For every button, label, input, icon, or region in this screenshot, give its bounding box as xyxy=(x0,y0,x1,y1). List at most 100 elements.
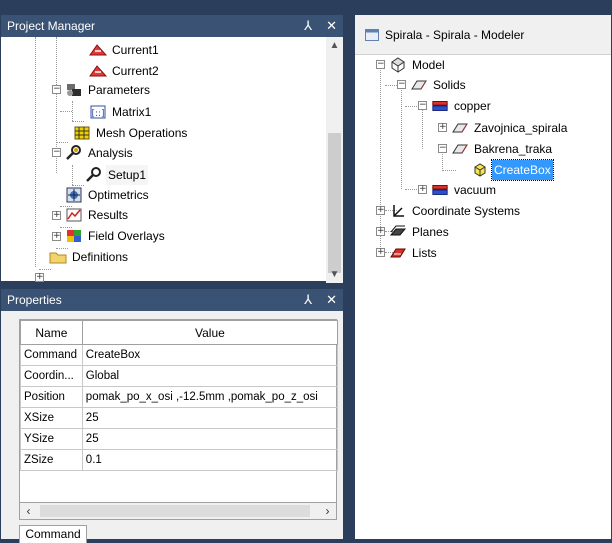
tree-item-analysis[interactable]: Analysis xyxy=(65,143,135,163)
collapse-toggle[interactable]: − xyxy=(52,148,61,157)
tree-item-optimetrics[interactable]: Optimetrics xyxy=(65,185,151,205)
tree-item-planes[interactable]: Planes xyxy=(389,222,451,242)
expand-toggle[interactable]: + xyxy=(52,211,61,220)
pin-icon[interactable]: ⅄ xyxy=(304,289,312,311)
modeler-title: Spirala - Spirala - Modeler xyxy=(385,27,525,42)
tree-item-label: Zavojnica_spirala xyxy=(474,121,568,135)
tree-item-label: Current2 xyxy=(112,64,159,78)
tree-item-coordinate-systems[interactable]: Coordinate Systems xyxy=(389,201,522,221)
folder-icon xyxy=(49,249,67,265)
properties-title-bar: Properties ⅄ ✕ xyxy=(1,289,343,311)
properties-panel: Properties ⅄ ✕ Name Value Command Create… xyxy=(0,288,344,543)
tree-item-label: Solids xyxy=(433,78,466,92)
tree-item-label: Model xyxy=(412,58,445,72)
analysis-icon xyxy=(65,145,83,161)
tree-item-parameters[interactable]: Parameters xyxy=(65,80,152,100)
tree-item-label: copper xyxy=(454,99,491,113)
table-row[interactable]: Command CreateBox xyxy=(20,344,339,366)
scroll-left-icon[interactable]: ‹ xyxy=(20,503,37,520)
expand-toggle[interactable]: + xyxy=(52,232,61,241)
collapse-toggle[interactable]: − xyxy=(52,85,61,94)
column-header-name[interactable]: Name xyxy=(20,320,83,345)
collapse-toggle[interactable]: − xyxy=(438,144,447,153)
property-value[interactable]: pomak_po_x_osi ,-12.5mm ,pomak_po_z_osi xyxy=(81,386,339,408)
collapse-toggle[interactable]: − xyxy=(397,80,406,89)
project-manager-title: Project Manager xyxy=(7,19,96,33)
scroll-right-icon[interactable]: › xyxy=(319,503,336,520)
tree-item-label: Results xyxy=(88,208,129,222)
expand-toggle[interactable]: + xyxy=(376,248,385,257)
properties-hscrollbar[interactable]: ‹ › xyxy=(19,503,337,520)
tree-item-solids[interactable]: Solids xyxy=(410,75,468,95)
project-tree-scrollbar[interactable]: ▲ ▼ xyxy=(326,37,343,283)
tree-item-createbox[interactable]: CreateBox xyxy=(471,159,554,181)
window-icon xyxy=(365,28,379,41)
optimetrics-icon xyxy=(65,187,83,203)
scrollbar-thumb[interactable] xyxy=(328,133,341,273)
expand-toggle[interactable]: + xyxy=(376,227,385,236)
expand-toggle[interactable]: + xyxy=(376,206,385,215)
tree-item-zavojnica-spirala[interactable]: Zavojnica_spirala xyxy=(451,118,569,138)
tree-item-mesh-operations[interactable]: Mesh Operations xyxy=(73,123,189,143)
tree-item-label: Parameters xyxy=(88,83,151,97)
box-icon xyxy=(471,162,489,178)
tab-command[interactable]: Command xyxy=(19,525,87,543)
collapse-toggle[interactable]: − xyxy=(418,101,427,110)
property-value[interactable]: Global xyxy=(81,365,339,387)
properties-tabstrip: Command xyxy=(19,525,337,543)
tree-item-label: Bakrena_traka xyxy=(474,142,553,156)
pin-icon[interactable]: ⅄ xyxy=(304,15,312,37)
project-tree: Current1 Current2 − Parameters [::] Matr… xyxy=(1,37,343,283)
material-copper-icon xyxy=(431,98,449,114)
tree-item-label: Lists xyxy=(412,246,437,260)
table-row[interactable]: XSize 25 xyxy=(20,407,339,429)
column-header-value[interactable]: Value xyxy=(81,320,339,345)
property-value[interactable]: 25 xyxy=(81,407,339,429)
tree-item-lists[interactable]: Lists xyxy=(389,243,439,263)
field-overlays-icon xyxy=(65,228,83,244)
tree-item-label: Current1 xyxy=(112,43,159,57)
close-icon[interactable]: ✕ xyxy=(326,289,337,311)
tree-item-label: Optimetrics xyxy=(88,188,149,202)
property-name: Command xyxy=(20,344,83,366)
tree-item-label: Definitions xyxy=(72,250,129,264)
tree-item-current1[interactable]: Current1 xyxy=(89,40,161,60)
property-value[interactable]: 0.1 xyxy=(81,449,339,471)
close-icon[interactable]: ✕ xyxy=(326,15,337,37)
project-manager-title-bar: Project Manager ⅄ ✕ xyxy=(1,15,343,37)
property-name: YSize xyxy=(20,428,83,450)
property-value[interactable]: CreateBox xyxy=(81,344,339,366)
scroll-up-icon[interactable]: ▲ xyxy=(326,37,343,54)
tree-item-current2[interactable]: Current2 xyxy=(89,61,161,81)
tree-item-definitions[interactable]: Definitions xyxy=(49,247,130,267)
table-row[interactable]: Position pomak_po_x_osi ,-12.5mm ,pomak_… xyxy=(20,386,339,408)
expand-toggle[interactable]: + xyxy=(35,273,44,282)
setup-icon xyxy=(85,167,103,183)
scrollbar-thumb[interactable] xyxy=(40,505,310,517)
expand-toggle[interactable]: + xyxy=(438,123,447,132)
property-name: Coordin... xyxy=(20,365,83,387)
tree-item-field-overlays[interactable]: Field Overlays xyxy=(65,226,167,246)
tree-item-setup1[interactable]: Setup1 xyxy=(85,165,149,185)
tree-item-vacuum[interactable]: vacuum xyxy=(431,180,498,200)
solids-icon xyxy=(410,77,428,93)
table-row[interactable]: Coordin... Global xyxy=(20,365,339,387)
collapse-toggle[interactable]: − xyxy=(376,60,385,69)
tree-item-label: vacuum xyxy=(454,183,497,197)
property-value[interactable]: 25 xyxy=(81,428,339,450)
tree-item-matrix1[interactable]: [::] Matrix1 xyxy=(89,102,153,122)
scroll-down-icon[interactable]: ▼ xyxy=(326,266,343,283)
expand-toggle[interactable]: + xyxy=(418,185,427,194)
excitation-icon xyxy=(89,42,107,58)
planes-icon xyxy=(389,224,407,240)
tree-item-bakrena-traka[interactable]: Bakrena_traka xyxy=(451,139,554,159)
modeler-title-bar: Spirala - Spirala - Modeler xyxy=(355,15,611,55)
tree-item-results[interactable]: Results xyxy=(65,205,130,225)
tree-item-copper[interactable]: copper xyxy=(431,96,493,116)
table-row[interactable]: YSize 25 xyxy=(20,428,339,450)
tree-item-model[interactable]: Model xyxy=(389,55,447,75)
solid-object-icon xyxy=(451,120,469,136)
results-icon xyxy=(65,207,83,223)
table-row[interactable]: ZSize 0.1 xyxy=(20,449,339,471)
property-name: XSize xyxy=(20,407,83,429)
